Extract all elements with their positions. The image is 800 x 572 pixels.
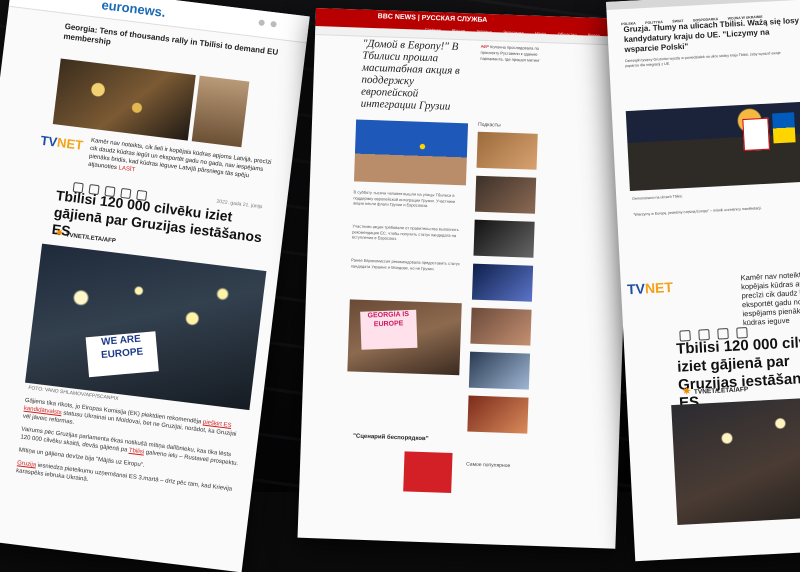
eu-flag-photo [353,119,469,186]
protest-sign: GEORGIA IS EUROPE [360,309,418,350]
sidebar-heading: Подкасты [477,121,501,129]
rally-photo [52,58,196,141]
article-paragraph: Участники акции требовали от правительст… [351,223,459,241]
user-icon[interactable] [270,20,277,28]
tvnet-logo-b: NET [56,134,84,153]
tvnet-logo[interactable]: TVNET [40,133,84,153]
promo-caption-text: Kamēr nav noteikts, cik lieli ir kopējai… [87,137,272,180]
promo-caption[interactable]: Kamēr nav noteikts, cik lieli ir kopējai… [740,268,800,327]
sidebar-thumb[interactable] [476,131,538,170]
sidebar-thumb[interactable] [467,395,529,434]
star-icon: ✷ [682,386,692,398]
article-paragraph: "Wierzymy w Europę, jesteśmy częścią Eur… [633,206,762,217]
sidebar-thumb[interactable] [474,175,537,214]
georgia-flag [742,117,770,151]
nav-item[interactable]: Украина [476,29,491,35]
news-page-polish: POLSKA POLITYKA ŚWIAT GOSPODARKA WOJNA W… [606,0,800,562]
article-paragraph: В субботу тысячи человек вышли на улицы … [353,189,456,209]
sidebar-thumb[interactable] [470,307,532,346]
sidebar-note-tag: АФР [480,43,490,50]
nav-item[interactable]: Общество [558,31,577,37]
credit-text: TVNET/LETA/AFP [693,386,749,396]
sidebar-note[interactable]: АФР Колонна проследовала по проспекту Ру… [480,44,551,64]
sidebar-note-text: Колонна проследовала по проспекту Рустав… [480,44,540,63]
side-photo [191,75,250,148]
photo-caption: Demonstranci na ulicach Tbilisi. [632,194,683,201]
sidebar-thumb[interactable] [468,351,531,390]
tvnet-logo[interactable]: TVNET [627,279,674,297]
section-title: "Сценарий беспорядков" [352,433,429,443]
popular-heading: Самое популярное [466,461,511,470]
nav-item[interactable]: Экономика [503,30,524,36]
sidebar-thumb[interactable] [473,219,535,258]
nav-item[interactable]: Наука [535,31,546,36]
nav-item[interactable]: Главная [425,27,440,33]
news-page-bbc-russian: BBC NEWS | РУССКАЯ СЛУЖБА Главная Россия… [297,8,634,549]
nav-item[interactable]: Видео [588,33,600,38]
ukraine-flag [772,112,796,144]
protest-sign: WE ARE EUROPE [85,331,159,378]
promo-box[interactable] [403,451,453,494]
link-gruzija[interactable]: Gruzija [17,460,37,468]
tvnet-logo-a: TV [626,280,646,298]
article-paragraph: Ранее Еврокомиссия рекомендовала предост… [350,257,460,271]
nav-item[interactable]: Россия [452,28,465,33]
star-icon: ✷ [54,227,64,239]
protest-photo [671,395,800,525]
promo-read-more[interactable]: LASĪT [118,165,135,173]
tvnet-logo-b: NET [644,278,674,297]
article-body: Gājiens tika rīkots, jo Eiropas Komisija… [15,397,244,507]
link-tbilisi[interactable]: Tbilisi [128,448,144,456]
search-icon[interactable] [258,19,265,27]
sidebar-thumb[interactable] [471,263,534,302]
protest-photo [25,243,267,411]
tvnet-logo-a: TV [39,132,59,150]
euronews-logo[interactable]: euronews. [101,0,167,20]
article-headline: "Домой в Европу!" В Тбилиси прошла масшт… [360,37,461,113]
credit-text: TVNET/LETA/AFP [65,232,117,245]
